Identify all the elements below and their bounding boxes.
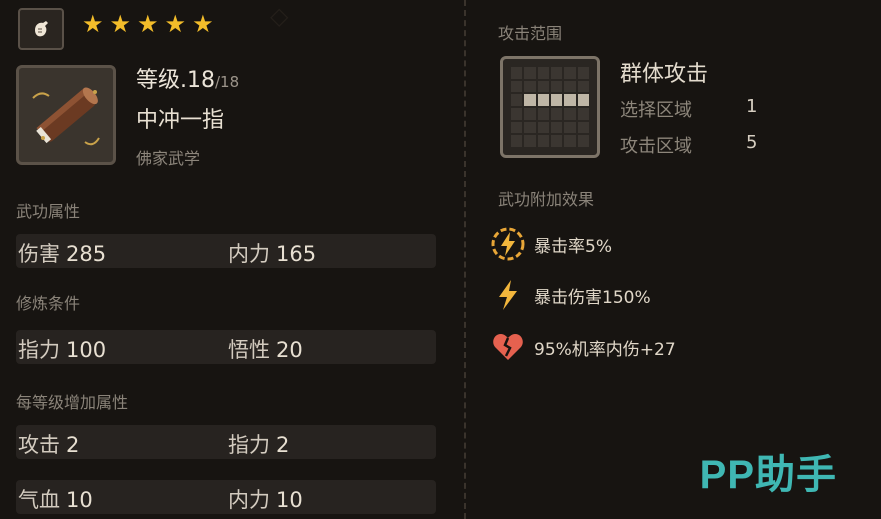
- stat-label: 悟性: [228, 338, 270, 362]
- star-icon: ★: [164, 10, 187, 38]
- range-type: 群体攻击: [620, 62, 709, 87]
- stat-label: 指力: [18, 338, 60, 362]
- broken-heart-icon: [493, 334, 523, 360]
- skill-level: 等级.18 /18: [136, 62, 239, 94]
- attack-area-value: 5: [746, 132, 758, 153]
- skill-type-badge: [18, 8, 64, 50]
- effects-title: 武功附加效果: [498, 190, 595, 209]
- star-icon: ★: [137, 10, 159, 38]
- stat-cell: 内力 10: [228, 484, 303, 514]
- skill-icon-frame: [16, 65, 116, 165]
- fist-icon: [35, 21, 48, 37]
- stat-label: 气血: [18, 488, 60, 512]
- stat-value: 285: [66, 242, 107, 266]
- stat-cell: 内力 165: [228, 238, 316, 268]
- stat-label: 攻击: [18, 433, 60, 457]
- star-icon: ★: [192, 10, 214, 38]
- skill-name: 中冲一指: [136, 108, 225, 133]
- stat-label: 内力: [228, 488, 270, 512]
- select-area-label: 选择区域: [620, 100, 692, 121]
- effect-item: 95%机率内伤+27: [490, 329, 676, 365]
- lightning-icon: [499, 280, 517, 310]
- level-text: 等级.18: [136, 68, 215, 93]
- per-level-row: 气血 10 内力 10: [16, 480, 436, 514]
- stat-cell: 指力 100: [18, 334, 106, 364]
- scroll-icon: [32, 87, 100, 146]
- attributes-row: 伤害 285 内力 165: [16, 234, 436, 268]
- effect-text: 95%机率内伤+27: [534, 339, 676, 360]
- watermark: PP助手: [699, 453, 837, 497]
- stat-value: 165: [276, 242, 317, 266]
- stat-value: 20: [276, 338, 303, 362]
- stat-label: 内力: [228, 242, 270, 266]
- attack-area: 攻击区域 5: [620, 132, 757, 158]
- requirements-row: 指力 100 悟性 20: [16, 330, 436, 364]
- attributes-title: 武功属性: [16, 202, 81, 221]
- stat-cell: 指力 2: [228, 429, 289, 459]
- select-area-value: 1: [746, 96, 758, 117]
- stat-value: 2: [276, 433, 290, 457]
- background-ghost-text: ◇: [270, 2, 289, 30]
- stat-cell: 气血 10: [18, 484, 93, 514]
- stat-value: 100: [66, 338, 107, 362]
- stat-value: 10: [276, 488, 303, 512]
- per-level-row: 攻击 2 指力 2: [16, 425, 436, 459]
- effect-text: 暴击伤害150%: [534, 287, 651, 308]
- effect-item: 暴击伤害150%: [490, 277, 651, 313]
- requirements-title: 修炼条件: [16, 294, 81, 313]
- stat-cell: 悟性 20: [228, 334, 303, 364]
- stat-label: 伤害: [18, 242, 60, 266]
- level-max: /18: [215, 73, 240, 91]
- stat-value: 2: [66, 433, 80, 457]
- per-level-title: 每等级增加属性: [16, 393, 129, 412]
- stat-cell: 伤害 285: [18, 238, 106, 268]
- effect-item: 暴击率5%: [490, 226, 612, 262]
- attack-range-grid: [500, 56, 600, 158]
- stat-label: 指力: [228, 433, 270, 457]
- panel-divider: [464, 0, 466, 519]
- stat-value: 10: [66, 488, 93, 512]
- star-rating: ★ ★ ★ ★ ★: [82, 10, 214, 38]
- lightning-circle-icon: [491, 227, 525, 261]
- effect-text: 暴击率5%: [534, 236, 612, 257]
- skill-school: 佛家武学: [136, 149, 201, 168]
- select-area: 选择区域 1: [620, 96, 757, 122]
- stat-cell: 攻击 2: [18, 429, 79, 459]
- range-title: 攻击范围: [498, 24, 563, 43]
- star-icon: ★: [82, 10, 104, 38]
- star-icon: ★: [109, 10, 132, 38]
- attack-area-label: 攻击区域: [620, 136, 692, 157]
